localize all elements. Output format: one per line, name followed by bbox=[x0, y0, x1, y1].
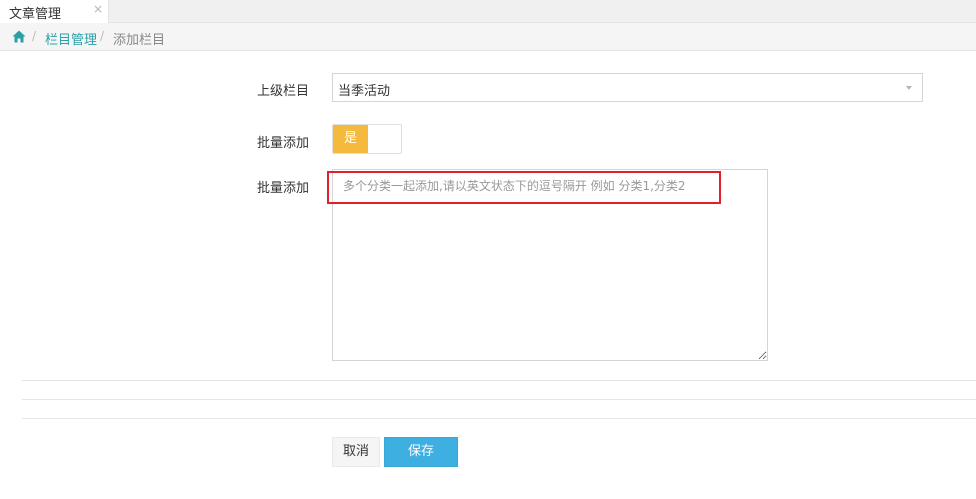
batch-add-toggle-label: 批量添加 bbox=[257, 136, 310, 151]
home-icon[interactable] bbox=[12, 30, 26, 43]
save-button[interactable]: 保存 bbox=[384, 437, 458, 467]
divider bbox=[22, 418, 976, 419]
tab-bar: 文章管理 × bbox=[0, 0, 976, 23]
batch-add-textarea[interactable] bbox=[332, 169, 768, 361]
breadcrumb-separator: / bbox=[32, 29, 37, 43]
parent-column-label: 上级栏目 bbox=[257, 84, 310, 99]
batch-add-toggle[interactable]: 是 bbox=[332, 124, 402, 154]
divider bbox=[22, 380, 976, 381]
breadcrumb: / 栏目管理 / 添加栏目 bbox=[0, 23, 976, 51]
close-icon[interactable]: × bbox=[93, 2, 103, 16]
tab-title: 文章管理 bbox=[9, 7, 62, 22]
parent-column-value: 当季活动 bbox=[338, 84, 391, 99]
chevron-down-icon bbox=[906, 86, 912, 90]
divider bbox=[22, 399, 976, 400]
breadcrumb-current: 添加栏目 bbox=[113, 33, 166, 48]
breadcrumb-separator: / bbox=[100, 29, 105, 43]
toggle-on-label: 是 bbox=[333, 125, 368, 153]
breadcrumb-column-management[interactable]: 栏目管理 bbox=[45, 29, 97, 48]
batch-add-text-label: 批量添加 bbox=[257, 181, 310, 196]
tab-article-management[interactable]: 文章管理 × bbox=[0, 0, 109, 23]
cancel-button[interactable]: 取消 bbox=[332, 437, 380, 467]
parent-column-select[interactable]: 当季活动 bbox=[332, 73, 923, 102]
